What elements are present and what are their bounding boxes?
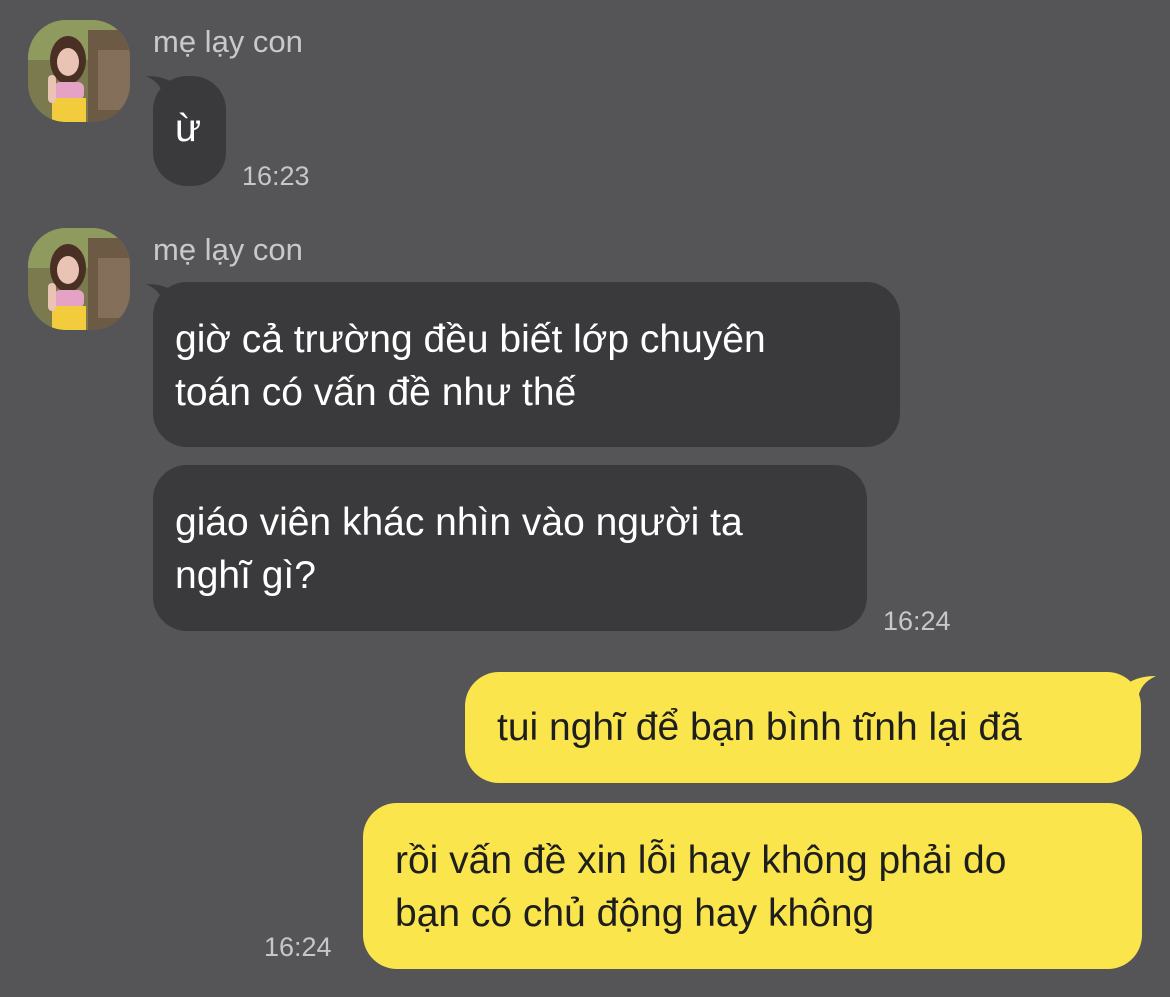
message-bubble[interactable]: tui nghĩ để bạn bình tĩnh lại đã: [465, 672, 1141, 783]
message-bubble[interactable]: rồi vấn đề xin lỗi hay không phải do bạn…: [363, 803, 1142, 969]
sender-name: mẹ lạy con: [153, 232, 303, 267]
message-text: ừ: [175, 107, 202, 150]
contact-avatar-icon[interactable]: [28, 20, 130, 122]
message-timestamp: 16:24: [264, 932, 332, 962]
contact-avatar-icon[interactable]: [28, 228, 130, 330]
sender-name: mẹ lạy con: [153, 24, 303, 59]
message-bubble[interactable]: ừ: [153, 76, 226, 186]
message-timestamp: 16:24: [883, 606, 951, 636]
message-bubble[interactable]: giờ cả trường đều biết lớp chuyên toán c…: [153, 282, 900, 447]
message-bubble[interactable]: giáo viên khác nhìn vào người ta nghĩ gì…: [153, 465, 867, 631]
message-text: giáo viên khác nhìn vào người ta nghĩ gì…: [175, 501, 743, 597]
message-text: tui nghĩ để bạn bình tĩnh lại đã: [497, 706, 1022, 749]
message-text: giờ cả trường đều biết lớp chuyên toán c…: [175, 318, 766, 414]
message-text: rồi vấn đề xin lỗi hay không phải do bạn…: [395, 839, 1007, 935]
message-timestamp: 16:23: [242, 161, 310, 191]
